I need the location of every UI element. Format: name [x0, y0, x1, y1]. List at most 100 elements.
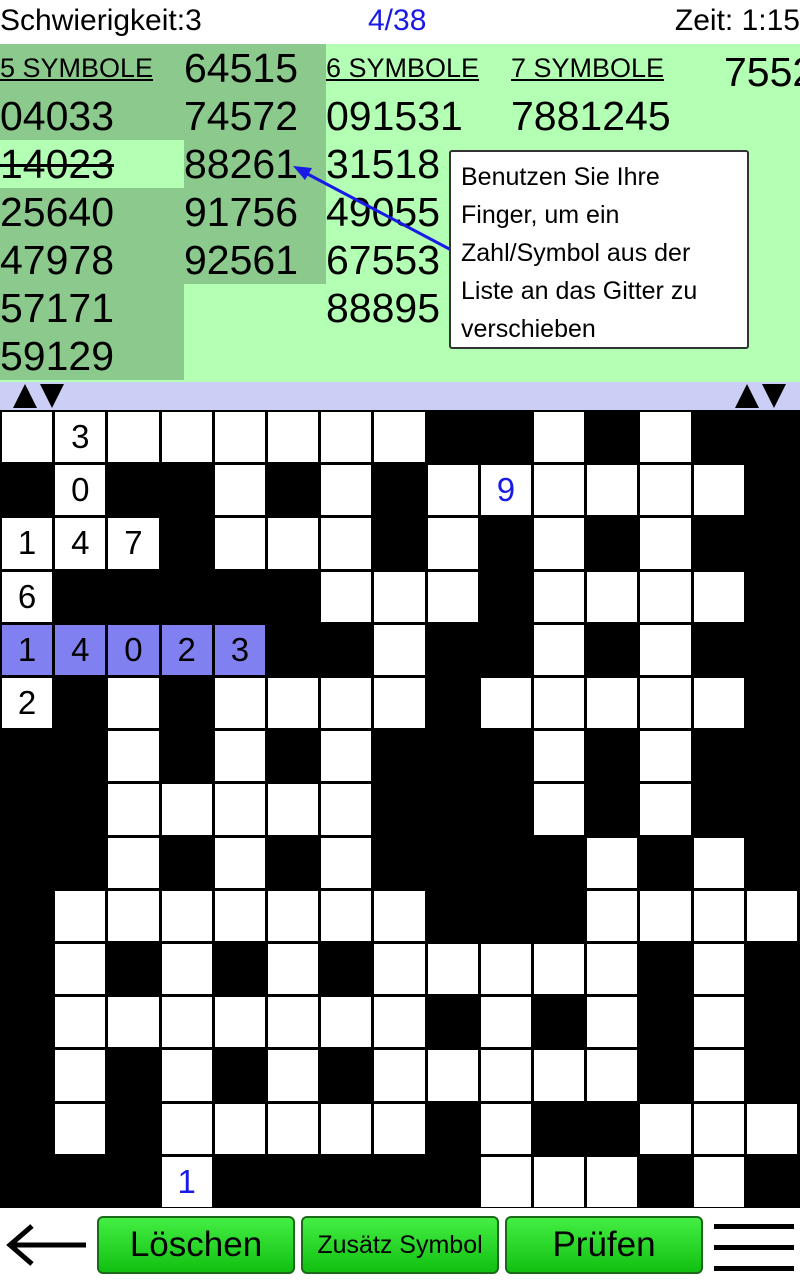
grid-cell[interactable]: [374, 571, 425, 622]
grid-cell[interactable]: [587, 837, 638, 888]
grid-cell[interactable]: 1: [161, 1156, 212, 1207]
grid-cell[interactable]: [480, 1103, 531, 1154]
delete-button[interactable]: Löschen: [97, 1216, 295, 1274]
scroll-up-triangle-icon[interactable]: [735, 384, 759, 408]
grid-cell[interactable]: [214, 784, 265, 835]
grid-cell[interactable]: [321, 678, 372, 729]
grid-cell[interactable]: [321, 412, 372, 463]
back-arrow-icon[interactable]: [4, 1222, 90, 1268]
grid-cell[interactable]: [693, 465, 744, 516]
grid-cell[interactable]: [640, 784, 691, 835]
grid-cell[interactable]: [587, 465, 638, 516]
grid-cell[interactable]: [534, 571, 585, 622]
grid-cell[interactable]: 6: [2, 571, 53, 622]
grid-cell-selected[interactable]: 4: [55, 624, 106, 675]
grid-cell[interactable]: [268, 1103, 319, 1154]
grid-cell[interactable]: [534, 731, 585, 782]
grid-cell[interactable]: [374, 890, 425, 941]
grid-cell-selected[interactable]: 2: [161, 624, 212, 675]
grid-cell[interactable]: [268, 678, 319, 729]
grid-cell[interactable]: [268, 997, 319, 1048]
puzzle-grid[interactable]: 30914761402321: [0, 410, 800, 1208]
grid-cell[interactable]: [321, 784, 372, 835]
grid-cell[interactable]: [587, 944, 638, 995]
grid-cell[interactable]: [214, 997, 265, 1048]
grid-cell[interactable]: [587, 1050, 638, 1101]
grid-cell[interactable]: [534, 465, 585, 516]
grid-cell[interactable]: 3: [55, 412, 106, 463]
grid-cell[interactable]: [161, 412, 212, 463]
grid-cell[interactable]: [108, 890, 159, 941]
grid-cell[interactable]: [214, 678, 265, 729]
grid-cell[interactable]: [108, 997, 159, 1048]
scroll-down-triangle-icon[interactable]: [762, 384, 786, 408]
grid-cell[interactable]: [161, 784, 212, 835]
grid-cell[interactable]: [374, 997, 425, 1048]
grid-cell[interactable]: [427, 571, 478, 622]
grid-cell[interactable]: [640, 624, 691, 675]
grid-cell[interactable]: [587, 1156, 638, 1207]
grid-cell[interactable]: [693, 1050, 744, 1101]
grid-cell[interactable]: [587, 997, 638, 1048]
grid-cell[interactable]: [161, 997, 212, 1048]
grid-cell[interactable]: [534, 784, 585, 835]
grid-cell[interactable]: 4: [55, 518, 106, 569]
grid-cell[interactable]: [55, 944, 106, 995]
grid-cell[interactable]: [640, 731, 691, 782]
grid-cell[interactable]: [161, 944, 212, 995]
check-button[interactable]: Prüfen: [505, 1216, 703, 1274]
grid-cell[interactable]: [427, 1050, 478, 1101]
grid-cell[interactable]: [108, 731, 159, 782]
grid-cell[interactable]: [693, 678, 744, 729]
list-scroll-bar[interactable]: [0, 382, 800, 410]
grid-cell[interactable]: [374, 944, 425, 995]
grid-cell[interactable]: [640, 571, 691, 622]
grid-cell[interactable]: [534, 1050, 585, 1101]
grid-cell[interactable]: [374, 678, 425, 729]
grid-cell[interactable]: [746, 1103, 797, 1154]
grid-cell[interactable]: [534, 944, 585, 995]
grid-cell[interactable]: [587, 571, 638, 622]
grid-cell[interactable]: 9: [480, 465, 531, 516]
scroll-up-triangle-icon[interactable]: [13, 384, 37, 408]
grid-cell[interactable]: [640, 890, 691, 941]
grid-cell[interactable]: [321, 837, 372, 888]
grid-cell[interactable]: 7: [108, 518, 159, 569]
grid-cell[interactable]: [374, 1050, 425, 1101]
grid-cell[interactable]: [161, 890, 212, 941]
grid-cell[interactable]: [321, 1103, 372, 1154]
grid-cell[interactable]: [108, 678, 159, 729]
grid-cell[interactable]: [693, 1156, 744, 1207]
grid-cell[interactable]: [427, 465, 478, 516]
grid-cell[interactable]: [640, 465, 691, 516]
grid-cell[interactable]: [427, 944, 478, 995]
grid-cell[interactable]: [321, 465, 372, 516]
grid-cell[interactable]: [214, 465, 265, 516]
grid-cell[interactable]: [640, 518, 691, 569]
grid-cell[interactable]: [214, 731, 265, 782]
grid-cell[interactable]: 1: [2, 518, 53, 569]
grid-cell[interactable]: [268, 1050, 319, 1101]
extra-symbol-button[interactable]: Zusätz Symbol: [301, 1216, 499, 1274]
grid-cell[interactable]: [161, 1103, 212, 1154]
grid-cell[interactable]: [108, 784, 159, 835]
grid-cell[interactable]: [534, 678, 585, 729]
grid-cell-selected[interactable]: 3: [214, 624, 265, 675]
grid-cell[interactable]: [480, 678, 531, 729]
grid-cell[interactable]: [640, 412, 691, 463]
grid-cell[interactable]: [214, 518, 265, 569]
grid-cell[interactable]: [321, 997, 372, 1048]
grid-cell[interactable]: [746, 890, 797, 941]
grid-cell[interactable]: [321, 518, 372, 569]
grid-cell[interactable]: [374, 412, 425, 463]
grid-cell[interactable]: [693, 1103, 744, 1154]
grid-cell[interactable]: [480, 997, 531, 1048]
menu-icon[interactable]: [712, 1220, 796, 1276]
grid-cell-selected[interactable]: 0: [108, 624, 159, 675]
grid-cell[interactable]: [534, 624, 585, 675]
grid-cell[interactable]: [480, 1050, 531, 1101]
grid-cell[interactable]: [55, 1050, 106, 1101]
grid-cell[interactable]: [108, 837, 159, 888]
grid-cell[interactable]: [268, 412, 319, 463]
grid-cell[interactable]: [534, 1156, 585, 1207]
